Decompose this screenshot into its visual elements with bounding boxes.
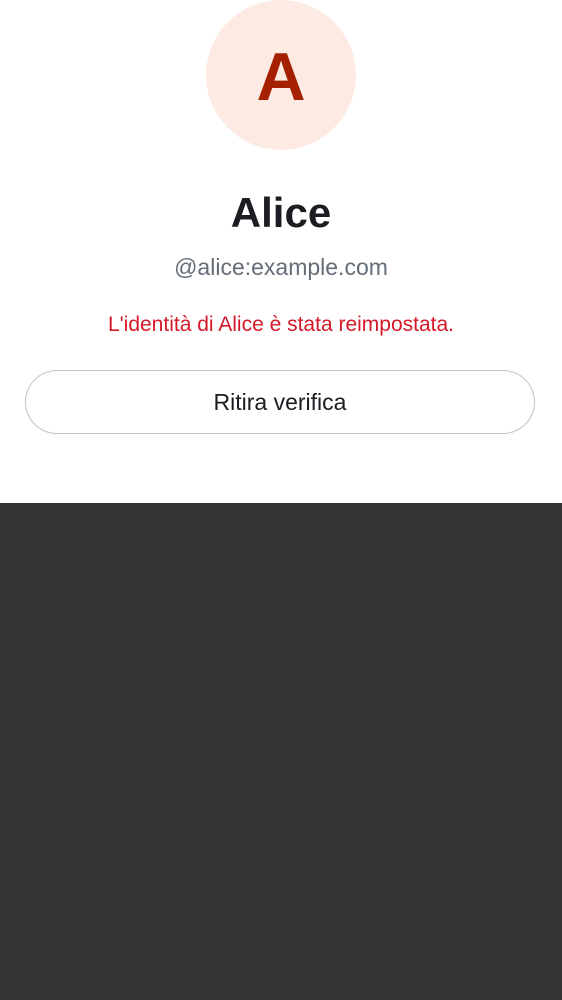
identity-reset-sheet: A Alice @alice:example.com L'identità di… [0, 0, 562, 503]
user-id: @alice:example.com [174, 254, 388, 280]
dimmed-backdrop[interactable] [0, 503, 562, 1000]
avatar-initial: A [256, 39, 306, 115]
identity-reset-warning: L'identità di Alice è stata reimpostata. [107, 313, 455, 336]
withdraw-verification-button[interactable]: Ritira verifica [25, 370, 535, 434]
avatar: A [206, 0, 356, 150]
display-name: Alice [230, 189, 332, 236]
